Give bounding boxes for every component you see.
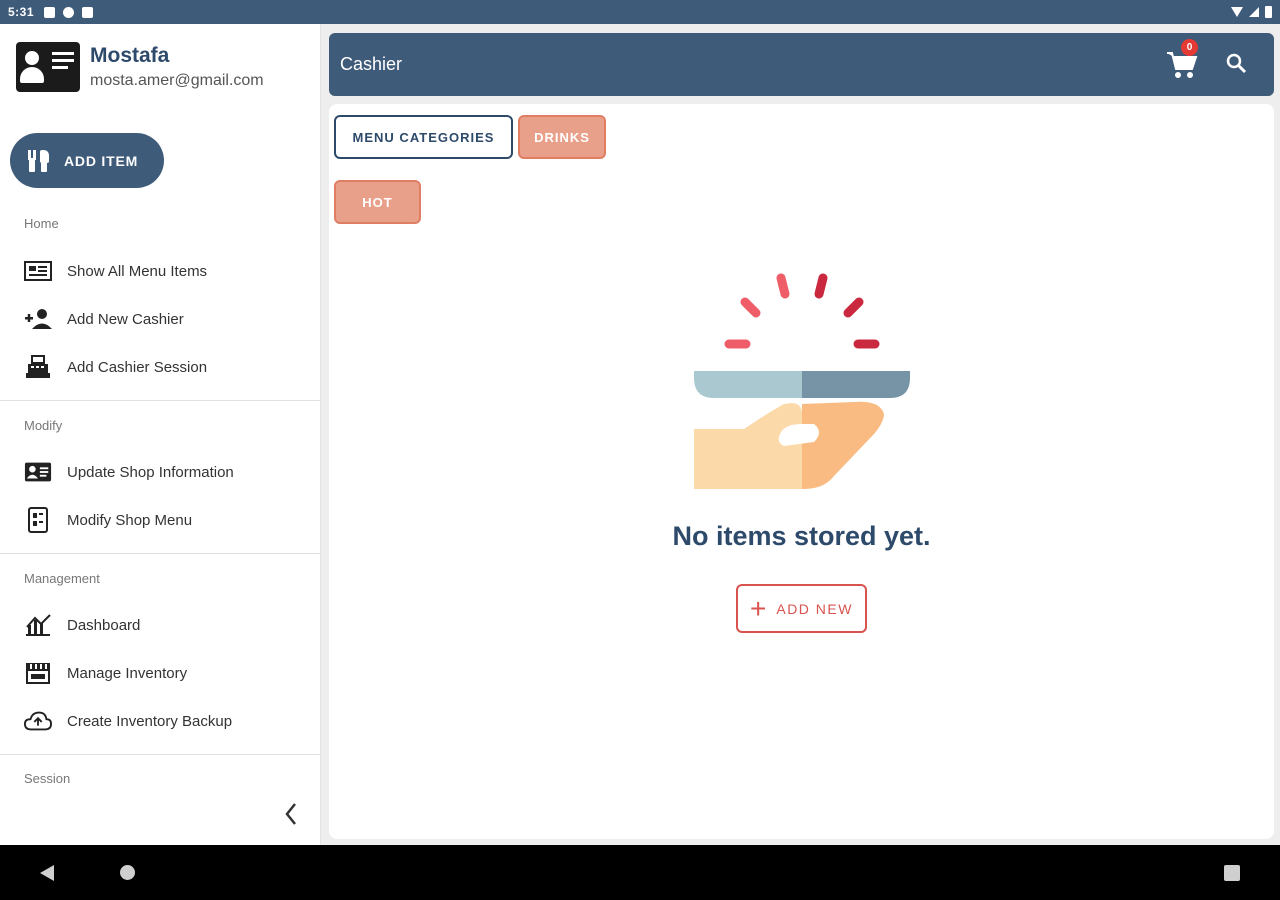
drinks-chip[interactable]: DRINKS	[518, 115, 606, 159]
section-title-session: Session	[24, 771, 71, 786]
add-item-label: ADD ITEM	[64, 152, 139, 169]
add-person-icon	[24, 307, 52, 331]
fork-knife-icon	[26, 148, 52, 174]
sidebar-item-dashboard[interactable]: Dashboard	[0, 603, 320, 647]
status-bar: 5:31	[0, 0, 1280, 24]
page-title: Cashier	[340, 54, 403, 74]
cash-register-icon	[24, 355, 52, 379]
notification-icon	[44, 6, 56, 18]
plus-icon: +	[750, 592, 767, 624]
battery-icon	[1265, 6, 1272, 18]
recent-apps-icon[interactable]	[1224, 865, 1240, 881]
sidebar-item-label: Add New Cashier	[67, 310, 184, 328]
back-icon[interactable]	[40, 865, 54, 881]
add-item-button[interactable]: ADD ITEM	[10, 133, 164, 188]
sidebar-item-modify-shop-menu[interactable]: Modify Shop Menu	[0, 498, 320, 542]
wifi-icon	[1231, 7, 1243, 17]
section-title-home: Home	[24, 216, 59, 231]
profile-email: mosta.amer@gmail.com	[90, 72, 264, 89]
sidebar-item-label: Modify Shop Menu	[67, 511, 193, 529]
sidebar-item-label: Update Shop Information	[67, 463, 234, 481]
sidebar-item-label: Manage Inventory	[67, 664, 188, 682]
system-navigation-bar	[0, 845, 1280, 900]
menu-book-icon	[24, 507, 52, 533]
sidebar-item-label: Dashboard	[67, 616, 141, 634]
profile-header: Mostafa mosta.amer@gmail.com	[0, 24, 320, 96]
sidebar-item-manage-inventory[interactable]: Manage Inventory	[0, 651, 320, 695]
app-bar: Cashier 0	[329, 33, 1274, 96]
empty-state-message: No items stored yet.	[672, 521, 931, 551]
menu-list-icon	[24, 259, 52, 283]
sidebar-item-add-cashier-session[interactable]: Add Cashier Session	[0, 345, 320, 389]
cloud-upload-icon	[24, 709, 52, 733]
search-button[interactable]	[1224, 51, 1250, 77]
sidebar-item-label: Show All Menu Items	[67, 262, 208, 280]
sd-card-icon	[82, 6, 94, 18]
sidebar-item-create-inventory-backup[interactable]: Create Inventory Backup	[0, 699, 320, 743]
app-notification-icon	[63, 6, 75, 18]
serving-tray-illustration	[694, 273, 910, 489]
cart-count-badge: 0	[1181, 39, 1198, 56]
menu-categories-chip[interactable]: MENU CATEGORIES	[334, 115, 513, 159]
hot-chip[interactable]: HOT	[334, 180, 421, 224]
sidebar-item-update-shop-information[interactable]: Update Shop Information	[0, 450, 320, 494]
content-area: MENU CATEGORIES DRINKS HOT No items stor…	[329, 104, 1274, 839]
home-icon[interactable]	[120, 865, 135, 880]
sidebar-item-label: Create Inventory Backup	[67, 712, 233, 730]
store-icon	[24, 661, 52, 685]
chevron-left-icon	[285, 803, 296, 825]
collapse-drawer-button[interactable]	[278, 800, 304, 828]
divider	[0, 400, 320, 401]
add-new-label: ADD NEW	[776, 600, 853, 617]
navigation-drawer: Mostafa mosta.amer@gmail.com ADD ITEM Ho…	[0, 24, 321, 845]
signal-icon	[1249, 7, 1259, 17]
divider	[0, 754, 320, 755]
sidebar-item-add-new-cashier[interactable]: Add New Cashier	[0, 297, 320, 341]
section-title-management: Management	[24, 571, 100, 586]
sidebar-item-show-all-menu-items[interactable]: Show All Menu Items	[0, 249, 320, 293]
section-title-modify: Modify	[24, 418, 63, 433]
main-panel: Cashier 0 MENU CATEGORIES DRINKS HOT No …	[321, 24, 1280, 845]
avatar-icon	[16, 42, 80, 92]
add-new-button[interactable]: + ADD NEW	[736, 584, 867, 633]
search-icon	[1226, 53, 1247, 74]
profile-name: Mostafa	[90, 44, 170, 67]
sidebar-item-label: Add Cashier Session	[67, 358, 208, 376]
chart-icon	[24, 613, 52, 637]
id-card-icon	[24, 460, 52, 484]
status-time: 5:31	[8, 5, 35, 19]
divider	[0, 553, 320, 554]
